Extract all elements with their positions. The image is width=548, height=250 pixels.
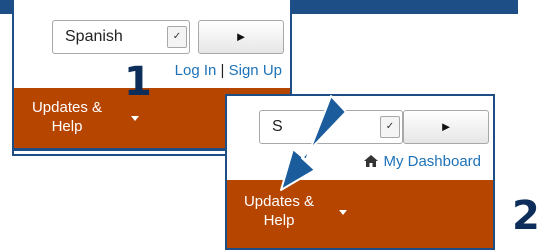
callout-arrow-icon: [280, 95, 347, 191]
